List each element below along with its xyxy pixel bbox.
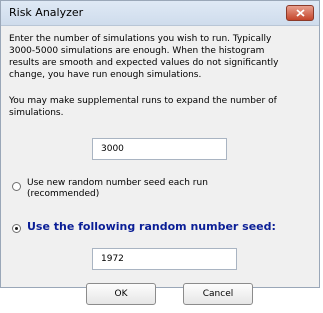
fixed-seed-radio[interactable] <box>12 224 21 233</box>
close-x-icon <box>296 9 305 17</box>
radio-selected-dot <box>15 227 18 230</box>
seed-input[interactable]: 1972 <box>92 248 237 270</box>
title-bar: Risk Analyzer <box>1 1 319 26</box>
ok-button[interactable]: OK <box>86 283 156 305</box>
risk-analyzer-dialog: Risk Analyzer Enter the number of simula… <box>0 0 320 288</box>
simulations-input[interactable]: 3000 <box>92 138 227 160</box>
new-seed-radio[interactable] <box>12 182 21 191</box>
cancel-button[interactable]: Cancel <box>183 283 253 305</box>
instructions-text: Enter the number of simulations you wish… <box>9 34 279 80</box>
new-seed-label[interactable]: Use new random number seed each run (rec… <box>27 178 257 200</box>
window-title: Risk Analyzer <box>9 6 84 19</box>
close-button[interactable] <box>286 5 314 21</box>
supplemental-runs-text: You may make supplemental runs to expand… <box>9 96 277 118</box>
fixed-seed-label[interactable]: Use the following random number seed: <box>27 220 276 233</box>
